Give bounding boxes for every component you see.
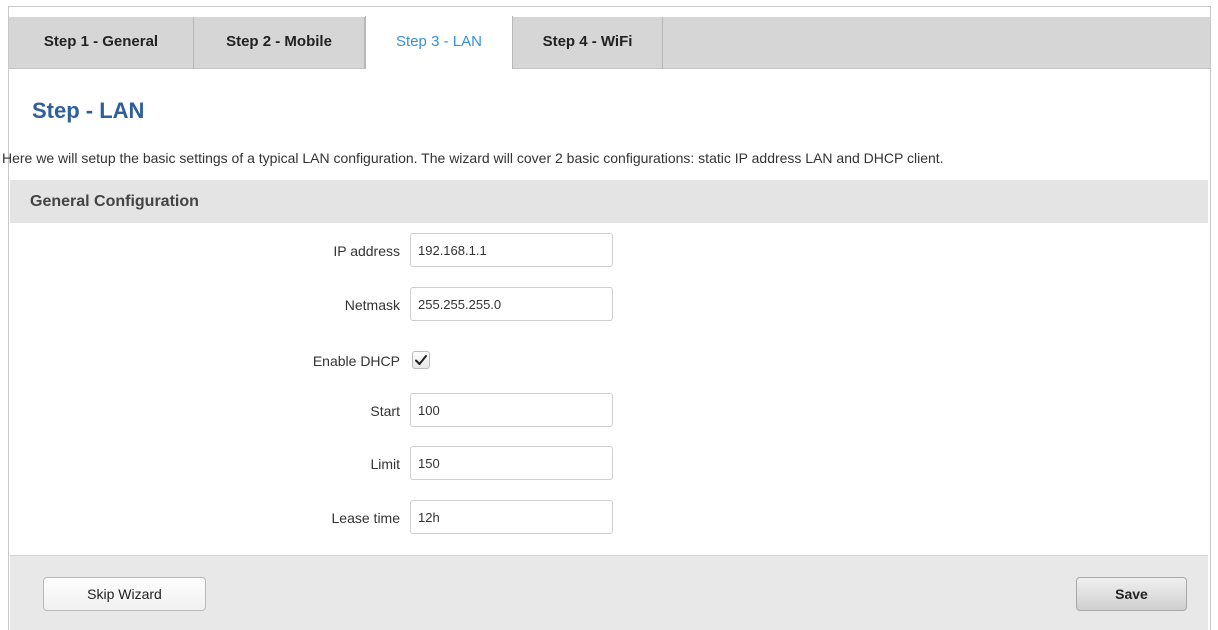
wizard-footer: Skip Wizard Save [10,555,1208,630]
limit-label: Limit [370,456,400,472]
enable-dhcp-checkbox[interactable] [412,351,430,369]
section-header: General Configuration [10,180,1208,223]
ip-address-row: IP address [10,233,630,269]
limit-row: Limit [10,446,630,482]
wizard-tabs: Step 1 - General Step 2 - Mobile Step 3 … [9,16,1210,69]
tab-step-1-general[interactable]: Step 1 - General [9,17,194,69]
lease-time-row: Lease time [10,500,630,536]
tab-step-3-lan[interactable]: Step 3 - LAN [365,16,513,69]
save-button[interactable]: Save [1076,577,1187,611]
page-description: Here we will setup the basic settings of… [2,150,944,166]
start-row: Start [10,393,630,429]
page-title: Step - LAN [32,98,145,123]
skip-wizard-button[interactable]: Skip Wizard [43,577,206,611]
tab-step-2-mobile[interactable]: Step 2 - Mobile [194,17,365,69]
enable-dhcp-label: Enable DHCP [312,353,400,369]
start-input[interactable] [410,393,613,427]
checkmark-icon [415,355,427,365]
tab-step-4-wifi[interactable]: Step 4 - WiFi [513,17,663,69]
limit-input[interactable] [410,446,613,480]
enable-dhcp-row: Enable DHCP [10,343,630,379]
start-label: Start [370,403,400,419]
ip-address-input[interactable] [410,233,613,267]
lease-time-label: Lease time [331,510,400,526]
ip-address-label: IP address [333,243,400,259]
netmask-row: Netmask [10,287,630,323]
section-title: General Configuration [30,193,199,210]
netmask-input[interactable] [410,287,613,321]
lease-time-input[interactable] [410,500,613,534]
netmask-label: Netmask [344,297,400,313]
